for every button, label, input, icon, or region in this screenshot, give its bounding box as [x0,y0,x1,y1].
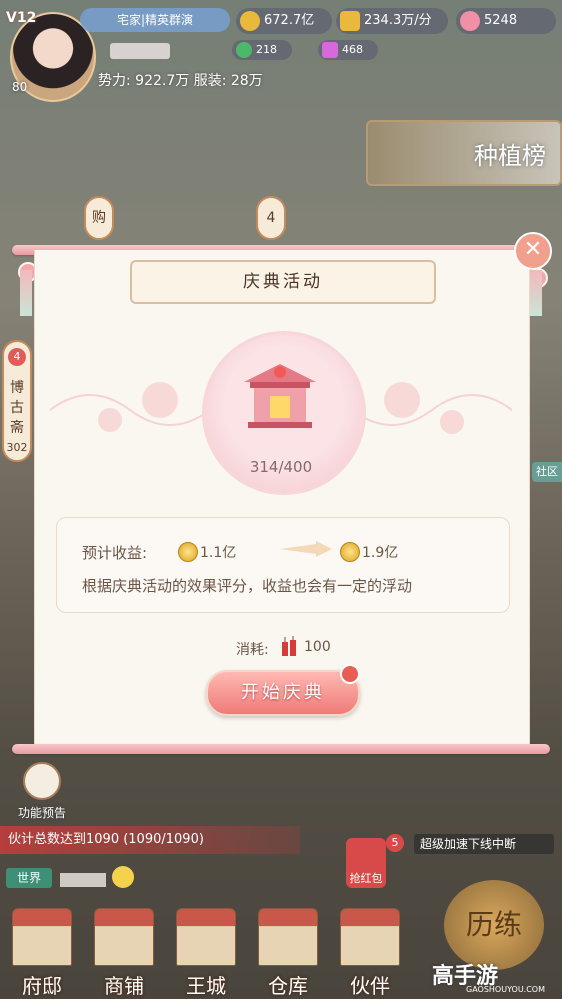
search-icon [23,762,61,800]
coin-icon [340,542,360,562]
modal-title: 庆典活动 [130,260,436,304]
mansion-icon [12,908,72,966]
income-note: 根据庆典活动的效果评分，收益也会有一定的浮动 [82,577,413,595]
plant-board-title: 种植榜 [474,142,546,170]
title-bar[interactable]: 宅家|精英群演 [80,8,230,32]
shop-count-tab[interactable]: 4 [256,196,286,240]
gem-counter[interactable]: 5248 [456,8,556,34]
cost-value: 100 [304,639,331,655]
feature-preview-button[interactable]: 功能预告 [10,762,74,821]
chat-message-blurred [60,873,106,887]
nav-warehouse[interactable]: 仓库 [256,908,320,998]
jade-icon [236,42,252,58]
close-button[interactable]: ✕ [514,232,552,270]
firecracker-icon [282,636,296,656]
task-progress-bar[interactable]: 伙计总数达到1090 (1090/1090) [0,826,300,854]
city-icon [176,908,236,966]
expected-income-from: 1.1亿 [200,545,237,561]
emoji-icon[interactable] [112,866,134,888]
floral-decoration-left [50,382,210,432]
nav-mansion[interactable]: 府邸 [10,908,74,998]
silver-coin-icon [240,11,260,31]
notification-dot [340,664,360,684]
warehouse-icon [258,908,318,966]
silver-counter[interactable]: 672.7亿 [236,8,332,34]
shop-tab[interactable]: 购 [84,196,114,240]
notice-badge: 5 [386,834,404,852]
expected-income-panel [56,517,510,613]
scroll-side-right [530,270,542,316]
watermark-url: GAOSHOUYOU.COM [466,985,546,994]
power-stats: 势力: 922.7万 服装: 28万 [98,73,263,89]
income-counter[interactable]: 234.3万/分 [336,8,448,34]
coin-icon [178,542,198,562]
ticket-icon [322,42,338,58]
history-button[interactable]: 历练 [444,880,544,970]
cost-label: 消耗: [236,642,269,658]
shop-icon [94,908,154,966]
celebration-progress: 314/400 [249,458,313,476]
bogu-label: 博古斋 [10,380,24,436]
vip-level: V12 [6,10,37,26]
arrow-right-icon [280,541,332,557]
player-name-blurred [110,43,170,59]
close-icon: ✕ [523,237,543,262]
top-hud: V12 80 宅家|精英群演 势力: 922.7万 服装: 28万 672.7亿… [0,0,562,102]
nav-city[interactable]: 王城 [174,908,238,998]
scroll-side-left [20,270,32,316]
world-chat-tag[interactable]: 世界 [6,868,52,888]
bogu-badge: 4 [8,348,26,366]
ticket-counter[interactable]: 468 [318,40,378,60]
community-tab[interactable]: 社区 [532,462,562,482]
scroll-bottom-rod [12,744,550,754]
red-packet-button[interactable]: 抢红包 [346,838,386,888]
jade-counter[interactable]: 218 [232,40,292,60]
partners-icon [340,908,400,966]
expected-income-to: 1.9亿 [362,545,399,561]
start-celebration-button[interactable]: 开始庆典 [206,670,360,716]
temple-icon [244,364,316,428]
gem-icon [460,11,480,31]
expected-income-label: 预计收益: [82,544,148,562]
plant-ranking-board[interactable]: 种植榜 [366,120,562,186]
nav-partners[interactable]: 伙伴 [338,908,402,998]
bogu-count: 302 [6,441,28,454]
floral-decoration-right [352,382,512,434]
money-bag-icon [340,11,360,31]
speedup-notice[interactable]: 超级加速下线中断 [414,834,554,854]
nav-shop[interactable]: 商铺 [92,908,156,998]
player-level: 80 [12,80,28,94]
